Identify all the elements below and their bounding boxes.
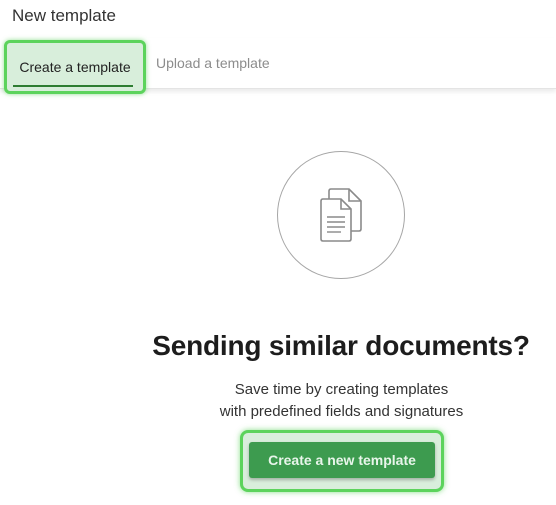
create-new-template-button[interactable]: Create a new template	[249, 442, 435, 478]
tab-upload-template[interactable]: Upload a template	[156, 38, 270, 88]
documents-icon	[320, 188, 362, 242]
tab-create-template[interactable]: Create a template	[4, 40, 146, 94]
documents-illustration	[277, 151, 405, 279]
empty-state-subtext-line1: Save time by creating templates	[234, 381, 449, 398]
tab-create-template-label: Create a template	[19, 59, 131, 75]
active-tab-indicator	[13, 85, 133, 87]
empty-state-subtext-line2: with predefined fields and signatures	[219, 403, 464, 420]
cta-highlight: Create a new template	[240, 430, 444, 492]
page-title: New template	[12, 6, 116, 25]
new-template-page: New template Create a template Upload a …	[0, 0, 556, 505]
empty-state-headline: Sending similar documents?	[152, 330, 530, 361]
tab-bar: Create a template Upload a template	[0, 38, 556, 94]
tab-upload-template-label: Upload a template	[156, 55, 270, 71]
